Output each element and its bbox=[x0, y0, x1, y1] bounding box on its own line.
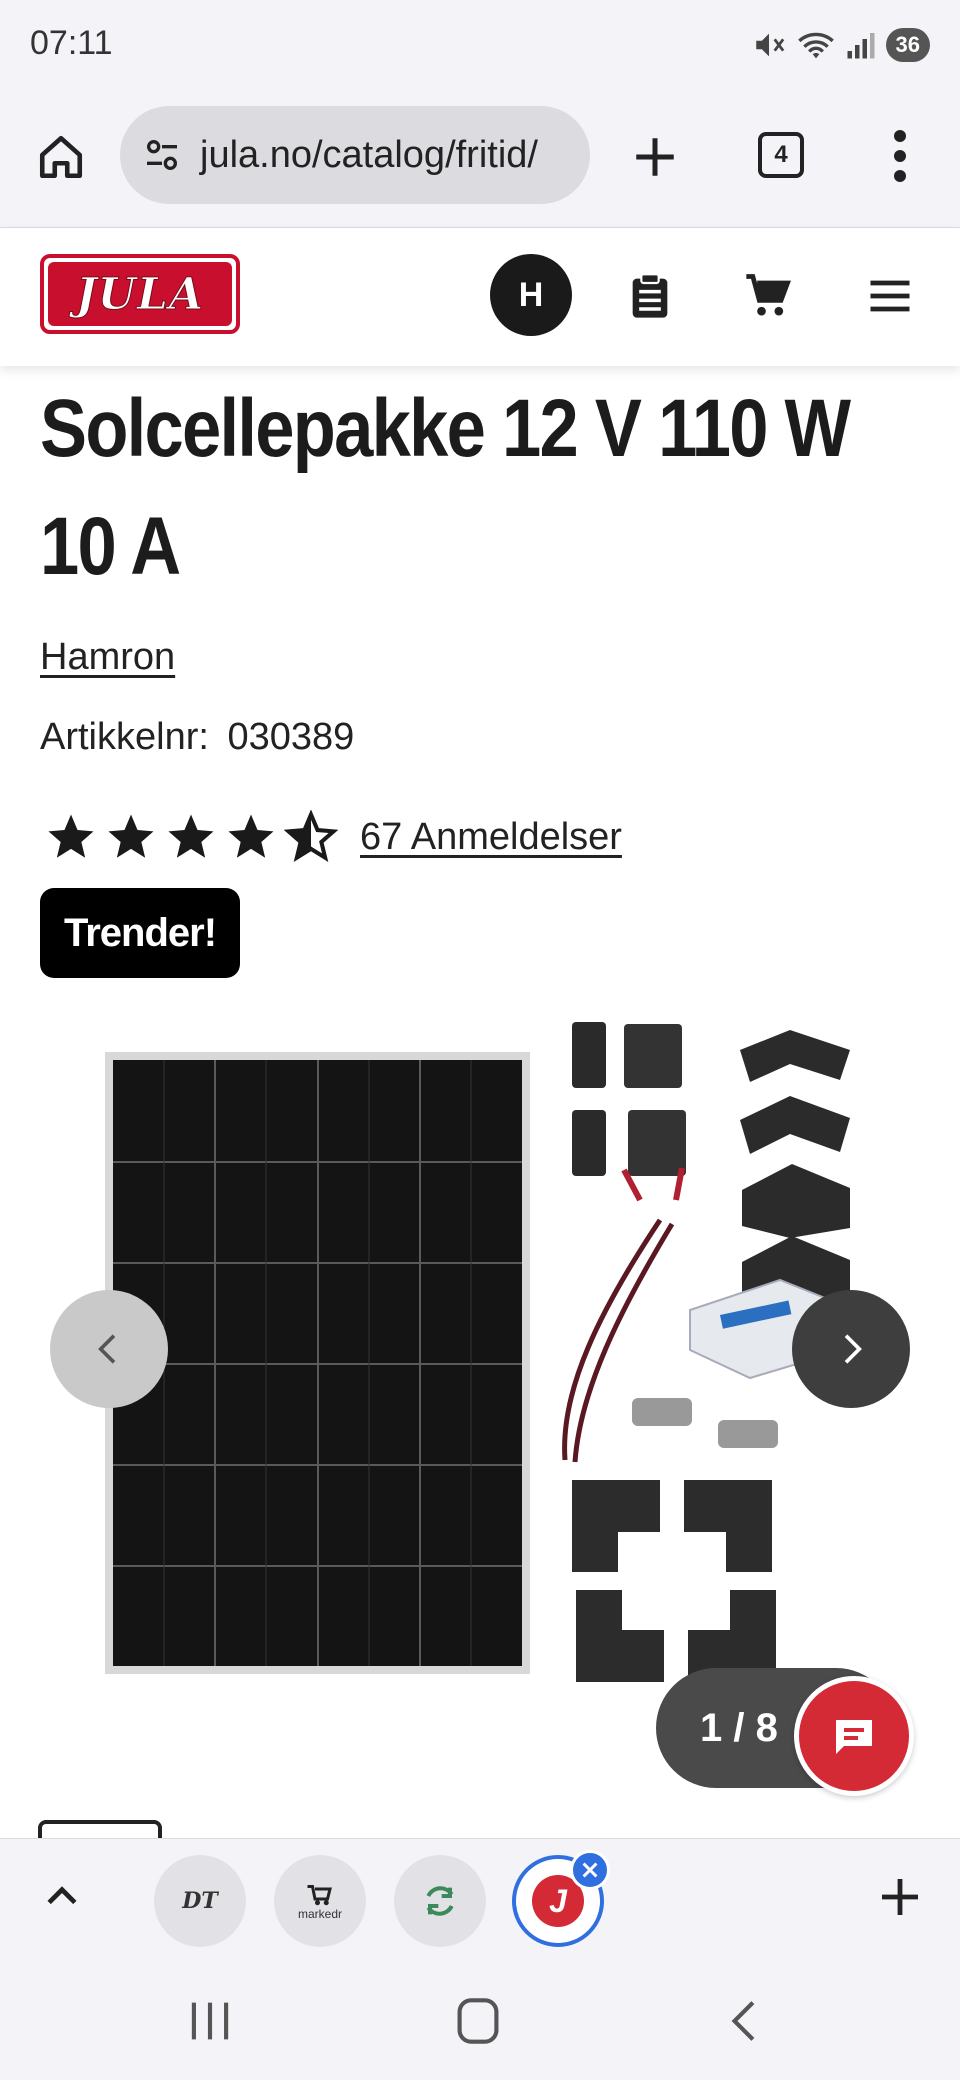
star-full-icon bbox=[228, 814, 274, 858]
chat-button[interactable] bbox=[794, 1676, 914, 1796]
browser-toolbar: jula.no/catalog/fritid/ 4 bbox=[0, 92, 960, 228]
add-tab-icon[interactable] bbox=[876, 1873, 924, 1921]
status-bar: 07:11 36 bbox=[0, 0, 960, 92]
new-tab-icon[interactable] bbox=[630, 132, 680, 182]
chat-icon bbox=[836, 1720, 872, 1754]
close-tab-button[interactable] bbox=[570, 1850, 610, 1890]
site-settings-icon[interactable] bbox=[142, 135, 182, 175]
system-nav-bar bbox=[0, 1960, 960, 2080]
address-bar[interactable]: jula.no/catalog/fritid/ bbox=[120, 106, 590, 204]
base-bracket bbox=[572, 1480, 660, 1572]
mute-icon bbox=[755, 33, 784, 57]
wifi-icon bbox=[797, 32, 834, 59]
cart-icon[interactable] bbox=[742, 270, 794, 322]
carousel-next-button[interactable] bbox=[792, 1290, 910, 1408]
signal-icon bbox=[847, 33, 875, 59]
tab-switcher-button[interactable]: 4 bbox=[758, 132, 804, 178]
base-bracket bbox=[684, 1480, 772, 1572]
carousel-prev-button[interactable] bbox=[50, 1290, 168, 1408]
close-icon bbox=[582, 1862, 598, 1878]
battery-indicator: 36 bbox=[885, 28, 930, 62]
tab-group-bar: DT markedr J bbox=[0, 1838, 960, 1960]
jula-logo[interactable]: JULA bbox=[40, 254, 240, 334]
reviews-link[interactable]: 67 Anmeldelser bbox=[360, 816, 622, 859]
base-bracket bbox=[576, 1590, 664, 1682]
status-time: 07:11 bbox=[30, 24, 113, 62]
star-full-icon bbox=[48, 814, 94, 858]
tab-marketplace[interactable]: markedr bbox=[274, 1855, 366, 1947]
marketplace-icon: markedr bbox=[298, 1881, 342, 1921]
product-title: Solcellepakke 12 V 110 W 10 A bbox=[40, 383, 851, 592]
chevron-up-icon[interactable] bbox=[40, 1875, 84, 1919]
clipboard-list-icon[interactable] bbox=[624, 270, 676, 322]
product-rating[interactable]: 67 Anmeldelser bbox=[44, 810, 622, 864]
star-half-icon bbox=[284, 810, 338, 863]
article-number-value: 030389 bbox=[227, 716, 355, 758]
article-number-label: Artikkelnr: bbox=[40, 716, 209, 758]
tab-dt-news[interactable]: DT bbox=[154, 1855, 246, 1947]
article-number: Artikkelnr: 030389 bbox=[40, 716, 354, 759]
mount-bracket bbox=[572, 1022, 606, 1088]
url-text: jula.no/catalog/fritid/ bbox=[200, 133, 538, 176]
dt-news-icon: DT bbox=[182, 1888, 218, 1914]
more-options-icon[interactable] bbox=[880, 128, 920, 184]
trending-badge: Trender! bbox=[40, 888, 240, 978]
corner-bracket bbox=[740, 1030, 850, 1082]
chevron-right-icon bbox=[844, 1334, 862, 1364]
home-nav-icon[interactable] bbox=[450, 1998, 506, 2044]
back-icon[interactable] bbox=[718, 1998, 774, 2044]
thumbnail-selected[interactable] bbox=[38, 1820, 162, 1840]
account-avatar[interactable]: H bbox=[490, 254, 572, 336]
mount-bracket bbox=[572, 1110, 606, 1176]
star-full-icon bbox=[168, 814, 214, 858]
star-full-icon bbox=[108, 814, 154, 858]
recent-apps-icon[interactable] bbox=[182, 1998, 238, 2044]
hamburger-menu-icon[interactable] bbox=[864, 270, 916, 322]
site-header: JULA H bbox=[0, 228, 960, 366]
home-icon[interactable] bbox=[36, 132, 86, 182]
rating-stars bbox=[44, 810, 338, 864]
brand-link[interactable]: Hamron bbox=[40, 636, 175, 679]
refresh-app-icon bbox=[426, 1886, 454, 1916]
mount-bracket bbox=[624, 1024, 682, 1088]
status-icons: 36 bbox=[752, 28, 930, 62]
chevron-left-icon bbox=[98, 1334, 116, 1364]
corner-bracket bbox=[742, 1164, 850, 1238]
mount-bracket bbox=[628, 1110, 686, 1176]
tab-refresh-app[interactable] bbox=[394, 1855, 486, 1947]
corner-bracket bbox=[740, 1096, 850, 1154]
